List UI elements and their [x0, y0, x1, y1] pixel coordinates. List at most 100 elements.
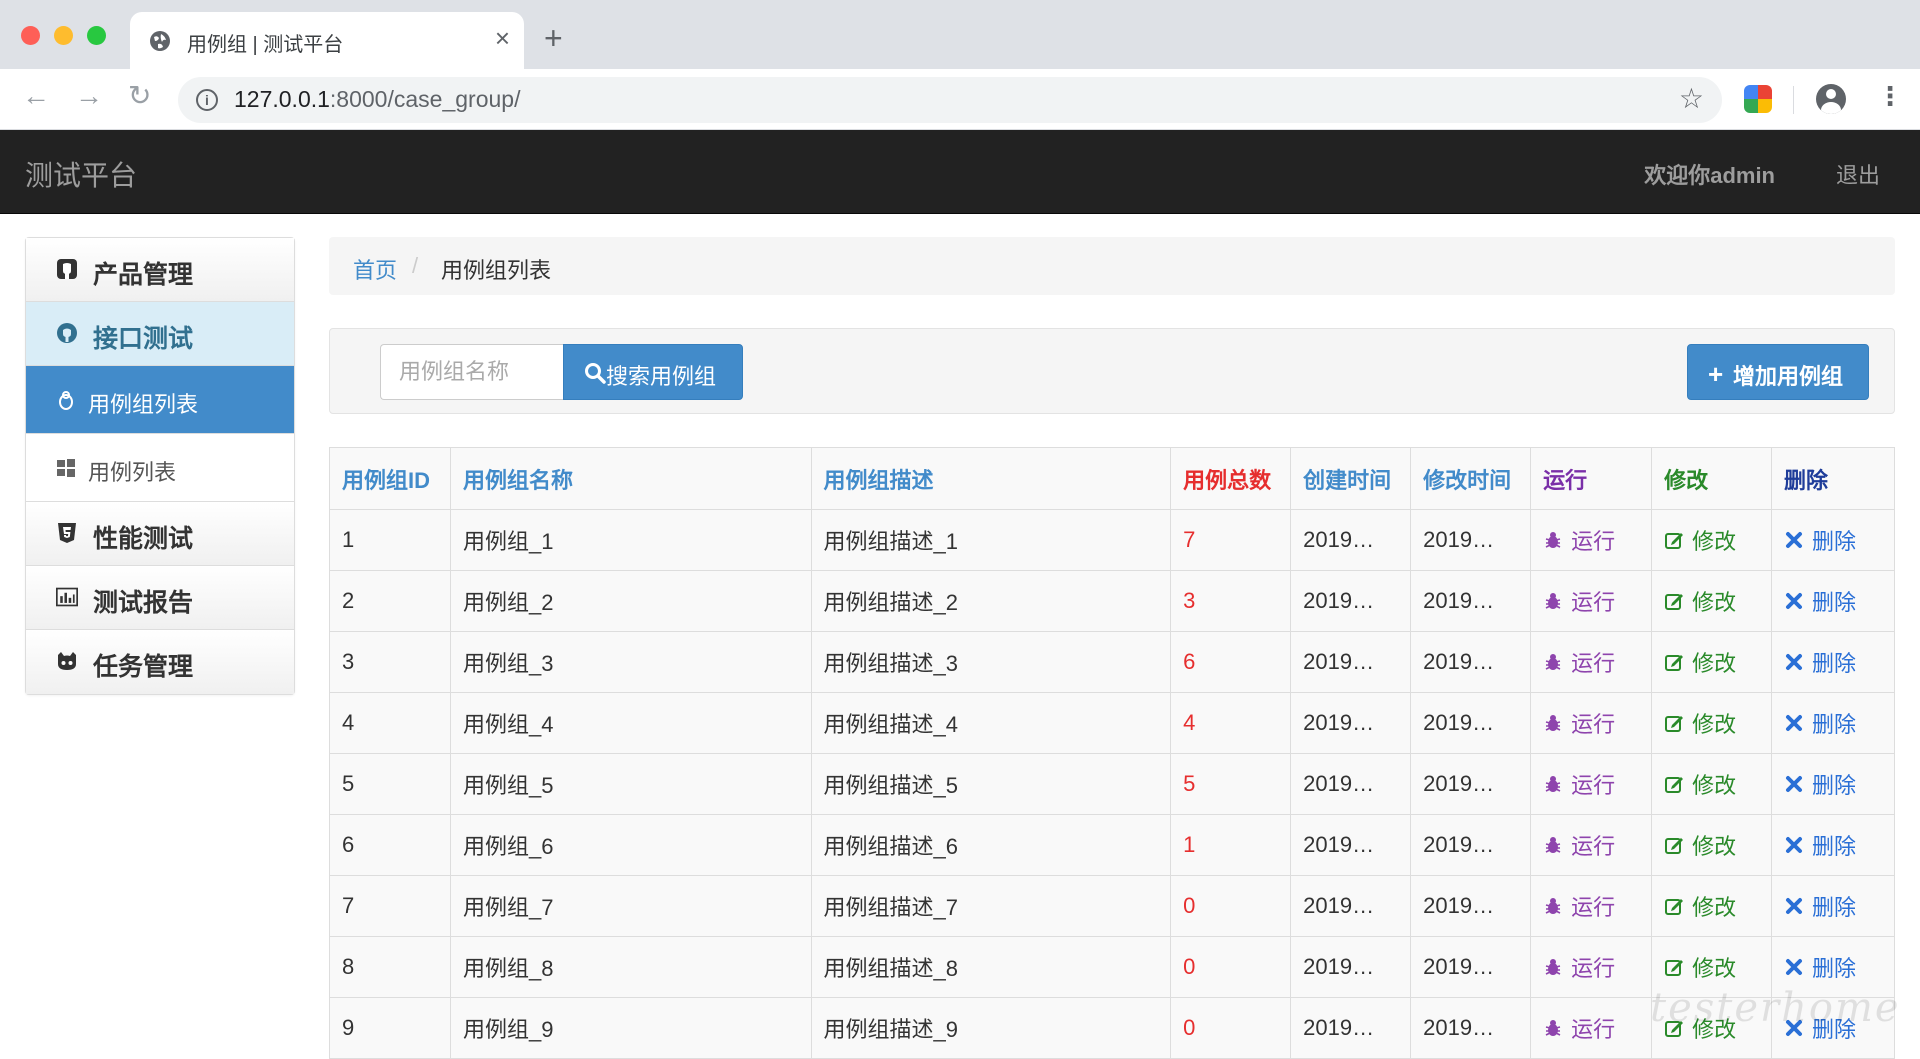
column-header-modified[interactable]: 修改时间: [1410, 447, 1532, 510]
cell-id: 9: [329, 997, 451, 1059]
browser-menu-icon[interactable]: ⋮: [1877, 83, 1903, 109]
run-label: 运行: [1571, 590, 1616, 615]
cell-description: 用例组描述_5: [810, 753, 1172, 815]
linux-icon: [59, 391, 73, 410]
delete-label: 删除: [1812, 895, 1857, 920]
cell-total: 4: [1170, 692, 1292, 754]
logout-link[interactable]: 退出: [1836, 158, 1880, 190]
browser-tab[interactable]: 用例组 | 测试平台 ×: [130, 12, 524, 69]
delete-link[interactable]: 删除: [1784, 951, 1856, 983]
edit-link[interactable]: 修改: [1664, 585, 1736, 617]
run-link[interactable]: 运行: [1543, 951, 1615, 983]
breadcrumb-home-link[interactable]: 首页: [353, 253, 397, 285]
delete-link[interactable]: 删除: [1784, 707, 1856, 739]
edit-link[interactable]: 修改: [1664, 524, 1736, 556]
cell-run: 运行: [1530, 753, 1653, 815]
edit-link[interactable]: 修改: [1664, 646, 1736, 678]
cell-modified: 2019…: [1410, 570, 1532, 632]
column-header-total[interactable]: 用例总数: [1170, 447, 1292, 510]
column-header-created[interactable]: 创建时间: [1290, 447, 1412, 510]
cell-run: 运行: [1530, 875, 1653, 937]
sidebar-item-label: 任务管理: [93, 653, 194, 681]
brand-title[interactable]: 测试平台: [25, 154, 137, 194]
sidebar-item-api-test[interactable]: 接口测试: [26, 302, 294, 366]
window-close-button[interactable]: [21, 26, 40, 45]
column-header-description[interactable]: 用例组描述: [810, 447, 1172, 510]
sidebar-item-case-list[interactable]: 用例列表: [26, 434, 294, 502]
new-tab-button[interactable]: +: [544, 22, 563, 54]
bug-icon: [1545, 593, 1561, 609]
cell-description: 用例组描述_7: [810, 875, 1172, 937]
run-link[interactable]: 运行: [1543, 646, 1615, 678]
times-icon: [1786, 532, 1803, 548]
edit-icon: [1665, 777, 1684, 793]
add-case-group-button[interactable]: + 增加用例组: [1687, 344, 1869, 400]
delete-link[interactable]: 删除: [1784, 646, 1856, 678]
sidebar-item-label: 接口测试: [93, 325, 194, 353]
cell-edit: 修改: [1651, 814, 1773, 876]
cell-modified: 2019…: [1410, 753, 1532, 815]
times-icon: [1786, 715, 1803, 731]
edit-icon: [1665, 960, 1684, 976]
cell-run: 运行: [1530, 509, 1653, 571]
edit-label: 修改: [1692, 590, 1737, 615]
reload-icon[interactable]: ↻: [128, 82, 151, 110]
back-arrow-icon[interactable]: ←: [22, 82, 50, 110]
run-link[interactable]: 运行: [1543, 585, 1615, 617]
run-link[interactable]: 运行: [1543, 524, 1615, 556]
run-label: 运行: [1571, 651, 1616, 676]
cell-description: 用例组描述_3: [810, 631, 1172, 693]
run-link[interactable]: 运行: [1543, 829, 1615, 861]
sidebar-item-case-group-list[interactable]: 用例组列表: [26, 366, 294, 434]
cell-run: 运行: [1530, 570, 1653, 632]
cell-modified: 2019…: [1410, 814, 1532, 876]
tab-close-icon[interactable]: ×: [495, 25, 510, 51]
run-link[interactable]: 运行: [1543, 1012, 1615, 1044]
delete-label: 删除: [1812, 834, 1857, 859]
window-minimize-button[interactable]: [54, 26, 73, 45]
window-zoom-button[interactable]: [87, 26, 106, 45]
edit-link[interactable]: 修改: [1664, 951, 1736, 983]
sidebar-item-tasks[interactable]: 任务管理: [26, 630, 294, 694]
cell-delete: 删除: [1771, 692, 1895, 754]
welcome-user[interactable]: 欢迎你admin: [1644, 158, 1775, 190]
browser-toolbar: ← → ↻ i 127.0.0.1:8000/case_group/ ☆ ⋮: [0, 69, 1920, 130]
url-text[interactable]: 127.0.0.1:8000/case_group/: [234, 86, 520, 113]
delete-link[interactable]: 删除: [1784, 585, 1856, 617]
delete-label: 删除: [1812, 773, 1857, 798]
column-header-name[interactable]: 用例组名称: [449, 447, 812, 510]
edit-link[interactable]: 修改: [1664, 829, 1736, 861]
sidebar-item-performance[interactable]: 性能测试: [26, 502, 294, 566]
edit-link[interactable]: 修改: [1664, 707, 1736, 739]
profile-avatar-icon[interactable]: [1816, 84, 1846, 114]
delete-link[interactable]: 删除: [1784, 890, 1856, 922]
address-bar[interactable]: i 127.0.0.1:8000/case_group/ ☆: [178, 77, 1722, 123]
run-link[interactable]: 运行: [1543, 890, 1615, 922]
table-header-row: 用例组ID 用例组名称 用例组描述 用例总数 创建时间 修改时间 运行 修改 删…: [329, 447, 1895, 510]
edit-link[interactable]: 修改: [1664, 890, 1736, 922]
cell-created: 2019…: [1290, 692, 1412, 754]
sidebar-item-product[interactable]: 产品管理: [26, 238, 294, 302]
edit-link[interactable]: 修改: [1664, 768, 1736, 800]
cell-description: 用例组描述_2: [810, 570, 1172, 632]
sidebar-item-reports[interactable]: 测试报告: [26, 566, 294, 630]
cell-delete: 删除: [1771, 509, 1895, 571]
search-button[interactable]: 搜索用例组: [563, 344, 743, 400]
delete-link[interactable]: 删除: [1784, 768, 1856, 800]
delete-label: 删除: [1812, 529, 1857, 554]
bookmark-star-icon[interactable]: ☆: [1679, 82, 1704, 115]
extension-icon[interactable]: [1744, 85, 1772, 113]
cell-edit: 修改: [1651, 753, 1773, 815]
cell-id: 1: [329, 509, 451, 571]
forward-arrow-icon[interactable]: →: [75, 82, 103, 110]
site-info-icon[interactable]: i: [196, 89, 218, 111]
cell-modified: 2019…: [1410, 936, 1532, 998]
github-alt-icon: [58, 652, 76, 670]
cell-run: 运行: [1530, 692, 1653, 754]
delete-link[interactable]: 删除: [1784, 524, 1856, 556]
run-link[interactable]: 运行: [1543, 768, 1615, 800]
search-input[interactable]: [380, 344, 564, 400]
column-header-id[interactable]: 用例组ID: [329, 447, 451, 510]
delete-link[interactable]: 删除: [1784, 829, 1856, 861]
run-link[interactable]: 运行: [1543, 707, 1615, 739]
